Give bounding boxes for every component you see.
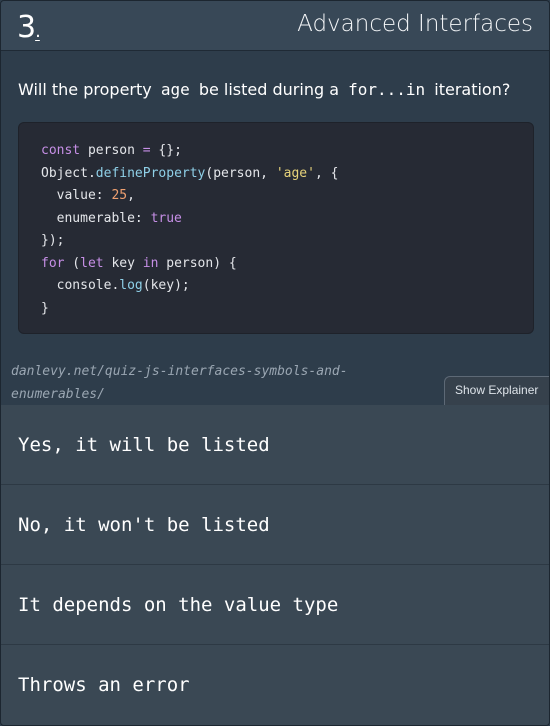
show-explainer-button[interactable]: Show Explainer xyxy=(444,376,549,406)
answer-list: Yes, it will be listed No, it won't be l… xyxy=(1,405,549,725)
question-code-age: age xyxy=(160,80,190,99)
answer-option-throws[interactable]: Throws an error xyxy=(1,645,549,725)
op-eq: = xyxy=(142,143,151,158)
source-link-line-2[interactable]: enumerables/ xyxy=(11,383,391,406)
question-suffix: iteration? xyxy=(434,80,511,99)
str-age: 'age' xyxy=(275,165,315,181)
code-line-1: const person = {}; xyxy=(41,143,182,158)
code-line-5: }); xyxy=(41,233,65,248)
quiz-title: Advanced Interfaces xyxy=(297,11,533,37)
kw-let: let xyxy=(80,255,104,271)
code-content: const person = {}; Object.defineProperty… xyxy=(41,140,533,320)
question-number-dot: . xyxy=(35,21,41,42)
kw-in: in xyxy=(142,255,159,271)
kw-for: for xyxy=(41,255,65,271)
question-text: Will the property age be listed during a… xyxy=(18,79,538,101)
quiz-header: 3. Advanced Interfaces xyxy=(1,1,549,51)
question-number-value: 3 xyxy=(17,10,36,45)
answer-option-depends[interactable]: It depends on the value type xyxy=(1,565,549,645)
code-line-3: value: 25, xyxy=(41,188,135,203)
source-link[interactable]: danlevy.net/quiz-js-interfaces-symbols-a… xyxy=(11,360,391,406)
code-line-2: Object.defineProperty(person, 'age', { xyxy=(41,165,339,181)
kw-true: true xyxy=(150,210,182,226)
fn-log: log xyxy=(119,278,143,293)
code-block: const person = {}; Object.defineProperty… xyxy=(18,122,534,334)
quiz-card: 3. Advanced Interfaces Will the property… xyxy=(0,0,550,726)
question-code-forin: for...in xyxy=(348,80,426,99)
source-link-line-1[interactable]: danlevy.net/quiz-js-interfaces-symbols-a… xyxy=(11,360,391,383)
question-number: 3. xyxy=(17,10,41,45)
kw-const: const xyxy=(41,143,81,158)
answer-option-yes[interactable]: Yes, it will be listed xyxy=(1,405,549,485)
code-line-4: enumerable: true xyxy=(41,210,182,226)
fn-defineProperty: defineProperty xyxy=(95,165,206,181)
answer-option-no[interactable]: No, it won't be listed xyxy=(1,485,549,565)
code-line-6: for (let key in person) { xyxy=(41,255,237,271)
num-25: 25 xyxy=(111,188,128,203)
code-line-7: console.log(key); xyxy=(41,278,190,293)
code-line-8: } xyxy=(41,300,49,316)
question-prefix: Will the property xyxy=(18,80,152,99)
question-middle: be listed during a xyxy=(198,80,340,99)
